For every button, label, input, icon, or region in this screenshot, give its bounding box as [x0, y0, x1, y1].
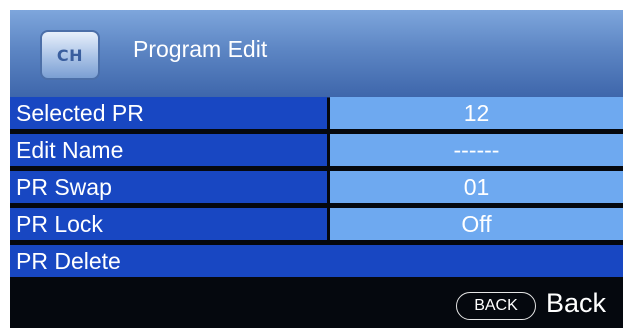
- menu-item-value[interactable]: 12: [330, 97, 623, 129]
- channel-icon-text: CH: [56, 45, 84, 65]
- menu-item-edit-name[interactable]: Edit Name ------: [10, 134, 623, 166]
- menu-item-label: Edit Name: [10, 134, 327, 166]
- menu-item-pr-swap[interactable]: PR Swap 01: [10, 171, 623, 203]
- footer-hint: BACK Back: [10, 280, 623, 328]
- menu-item-label: Selected PR: [10, 97, 327, 129]
- menu-item-label: PR Delete: [10, 245, 623, 277]
- menu-item-value[interactable]: 01: [330, 171, 623, 203]
- channel-icon: CH: [40, 30, 100, 80]
- program-edit-osd: CH Program Edit Selected PR 12 Edit Name…: [10, 10, 623, 328]
- menu-item-label: PR Lock: [10, 208, 327, 240]
- back-key-button[interactable]: BACK: [456, 292, 536, 320]
- menu-item-value[interactable]: Off: [330, 208, 623, 240]
- menu-item-selected-pr[interactable]: Selected PR 12: [10, 97, 623, 129]
- menu-item-value[interactable]: ------: [330, 134, 623, 166]
- menu-item-pr-lock[interactable]: PR Lock Off: [10, 208, 623, 240]
- back-label: Back: [546, 288, 607, 318]
- menu-item-label: PR Swap: [10, 171, 327, 203]
- menu-item-pr-delete[interactable]: PR Delete: [10, 245, 623, 277]
- header-bar: CH Program Edit: [10, 10, 623, 98]
- page-title: Program Edit: [133, 36, 268, 62]
